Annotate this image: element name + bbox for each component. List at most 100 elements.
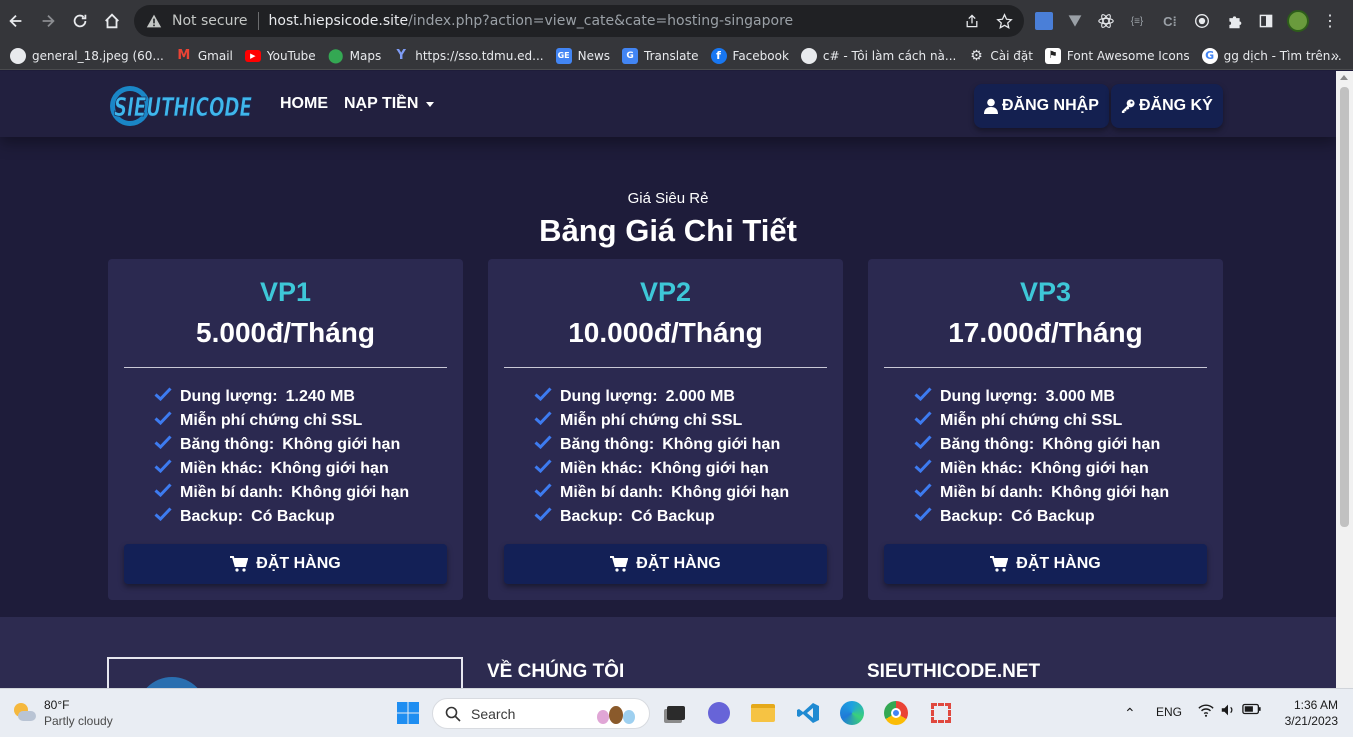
youtube-icon: ▶ <box>244 49 261 62</box>
bookmark-maps[interactable]: ⬤ Maps <box>324 45 390 67</box>
url-path: /index.php?action=view_cate&cate=hosting… <box>408 13 794 29</box>
bookmark-csharp[interactable]: c# - Tôi làm cách nà... <box>797 45 964 67</box>
file-explorer-icon[interactable] <box>750 700 776 726</box>
feature-value: Không giới hạn <box>671 484 790 501</box>
bookmark-facebook[interactable]: f Facebook <box>707 45 797 67</box>
translate-extension-icon[interactable] <box>1032 9 1056 33</box>
bookmark-translate[interactable]: G Translate <box>618 45 707 67</box>
edge-icon[interactable] <box>839 700 865 726</box>
task-view-icon[interactable] <box>663 700 689 726</box>
bookmark-label: gg dịch - Tìm trên... <box>1223 48 1342 63</box>
check-icon <box>154 507 172 521</box>
check-icon <box>534 411 552 425</box>
feature-label: Băng thông: <box>560 436 655 453</box>
security-label[interactable]: Not secure <box>172 13 248 29</box>
chrome-icon[interactable] <box>883 700 909 726</box>
feature-item: Dung lượng: 1.240 MB <box>154 385 409 409</box>
chevron-right-icon[interactable]: » <box>1331 47 1339 63</box>
feature-label: Dung lượng: <box>180 388 278 405</box>
login-button[interactable]: ĐĂNG NHẬP <box>974 84 1109 128</box>
volume-icon[interactable] <box>1220 702 1236 721</box>
login-label: ĐĂNG NHẬP <box>1002 97 1099 114</box>
feature-label: Backup: <box>940 508 1004 525</box>
taskbar-search[interactable]: Search <box>432 698 650 729</box>
snipping-tool-icon[interactable] <box>928 700 954 726</box>
windows-start-icon[interactable] <box>395 700 421 726</box>
feature-item: Backup: Có Backup <box>534 505 789 529</box>
pricing-card-vp3: VP3 17.000đ/Tháng Dung lượng: 3.000 MB Miễn … <box>868 259 1223 600</box>
weather-widget[interactable]: 80°F Partly cloudy <box>12 697 113 729</box>
check-icon <box>534 459 552 473</box>
extension-icon[interactable]: C⁞ <box>1158 9 1182 33</box>
about-heading: VỀ CHÚNG TÔI <box>487 661 625 682</box>
profile-avatar[interactable] <box>1286 9 1310 33</box>
check-icon <box>534 483 552 497</box>
feature-label: Miễn phí chứng chỉ SSL <box>180 412 363 429</box>
bookmark-label: Gmail <box>197 48 233 63</box>
bookmark-news[interactable]: GE News <box>552 45 618 67</box>
back-button[interactable] <box>0 5 32 37</box>
site-logo[interactable]: SIEUTHICODE <box>108 85 256 127</box>
order-button[interactable]: ĐẶT HÀNG <box>504 544 827 584</box>
vue-devtools-icon[interactable] <box>1063 9 1087 33</box>
bookmark-gg-dich[interactable]: Ggg dịch - Tìm trên... <box>1198 45 1350 67</box>
order-button[interactable]: ĐẶT HÀNG <box>124 544 447 584</box>
bookmark-settings[interactable]: ⚙ Cài đặt <box>964 45 1041 67</box>
warning-icon[interactable] <box>146 12 164 30</box>
vscode-icon[interactable] <box>795 700 821 726</box>
url-host: host.hiepsicode.site <box>268 13 409 29</box>
nav-home[interactable]: HOME <box>280 95 328 113</box>
feature-label: Backup: <box>560 508 624 525</box>
record-extension-icon[interactable] <box>1190 9 1214 33</box>
feature-label: Dung lượng: <box>560 388 658 405</box>
register-button[interactable]: ĐĂNG KÝ <box>1111 84 1223 128</box>
feature-item: Băng thông: Không giới hạn <box>534 433 789 457</box>
scroll-thumb[interactable] <box>1340 87 1349 527</box>
feature-item: Miền bí danh: Không giới hạn <box>534 481 789 505</box>
feature-value: Không giới hạn <box>291 484 410 501</box>
react-devtools-icon[interactable] <box>1094 9 1118 33</box>
bookmark-label: https://sso.tdmu.ed... <box>415 48 544 63</box>
bookmark-gmail[interactable]: M Gmail <box>172 45 241 67</box>
home-button[interactable] <box>96 5 128 37</box>
feature-value: 1.240 MB <box>285 388 355 405</box>
scroll-up-arrow[interactable] <box>1340 75 1348 80</box>
more-vert-icon[interactable]: ⋮ <box>1318 9 1342 33</box>
share-icon[interactable] <box>962 11 982 31</box>
star-icon[interactable] <box>994 11 1014 31</box>
bookmark-tdmu[interactable]: Yhttps://sso.tdmu.ed... <box>389 45 551 67</box>
address-bar[interactable]: Not secure host.hiepsicode.site/index.ph… <box>134 5 1024 37</box>
side-panel-icon[interactable] <box>1254 9 1278 33</box>
chevron-up-icon[interactable]: ⌃ <box>1124 705 1136 722</box>
reload-button[interactable] <box>64 5 96 37</box>
json-viewer-icon[interactable]: {≡} <box>1125 9 1149 33</box>
order-label: ĐẶT HÀNG <box>256 555 341 572</box>
battery-icon[interactable] <box>1242 702 1262 719</box>
language-indicator[interactable]: ENG <box>1156 705 1182 719</box>
plan-price: 17.000đ/Tháng <box>948 317 1143 348</box>
chat-icon[interactable] <box>706 700 732 726</box>
bookmark-general[interactable]: general_18.jpeg (60... <box>6 45 172 67</box>
site-heading: SIEUTHICODE.NET <box>867 661 1041 682</box>
partly-cloudy-icon <box>12 701 36 725</box>
cart-icon <box>230 556 249 572</box>
feature-value: Không giới hạn <box>1051 484 1170 501</box>
puzzle-icon[interactable] <box>1222 9 1246 33</box>
divider <box>504 367 827 368</box>
order-button[interactable]: ĐẶT HÀNG <box>884 544 1207 584</box>
divider <box>257 12 259 30</box>
wifi-icon[interactable] <box>1198 702 1214 721</box>
nav-deposit[interactable]: NẠP TIỀN <box>344 95 435 113</box>
feature-label: Backup: <box>180 508 244 525</box>
windows-taskbar: 80°F Partly cloudy Search ⌃ ENG 1:36 AM … <box>0 688 1353 737</box>
bookmark-font-awesome[interactable]: ⚑ Font Awesome Icons <box>1041 45 1198 67</box>
system-clock[interactable]: 1:36 AM 3/21/2023 <box>1276 697 1338 729</box>
bookmark-youtube[interactable]: ▶ YouTube <box>241 45 324 67</box>
forward-button[interactable] <box>32 5 64 37</box>
tdmu-icon: Y <box>396 48 406 63</box>
maps-icon: ⬤ <box>327 47 344 64</box>
feature-label: Miền khác: <box>180 460 263 477</box>
url-text[interactable]: host.hiepsicode.site/index.php?action=vi… <box>269 13 794 29</box>
check-icon <box>154 435 172 449</box>
page-scrollbar[interactable] <box>1336 71 1353 688</box>
